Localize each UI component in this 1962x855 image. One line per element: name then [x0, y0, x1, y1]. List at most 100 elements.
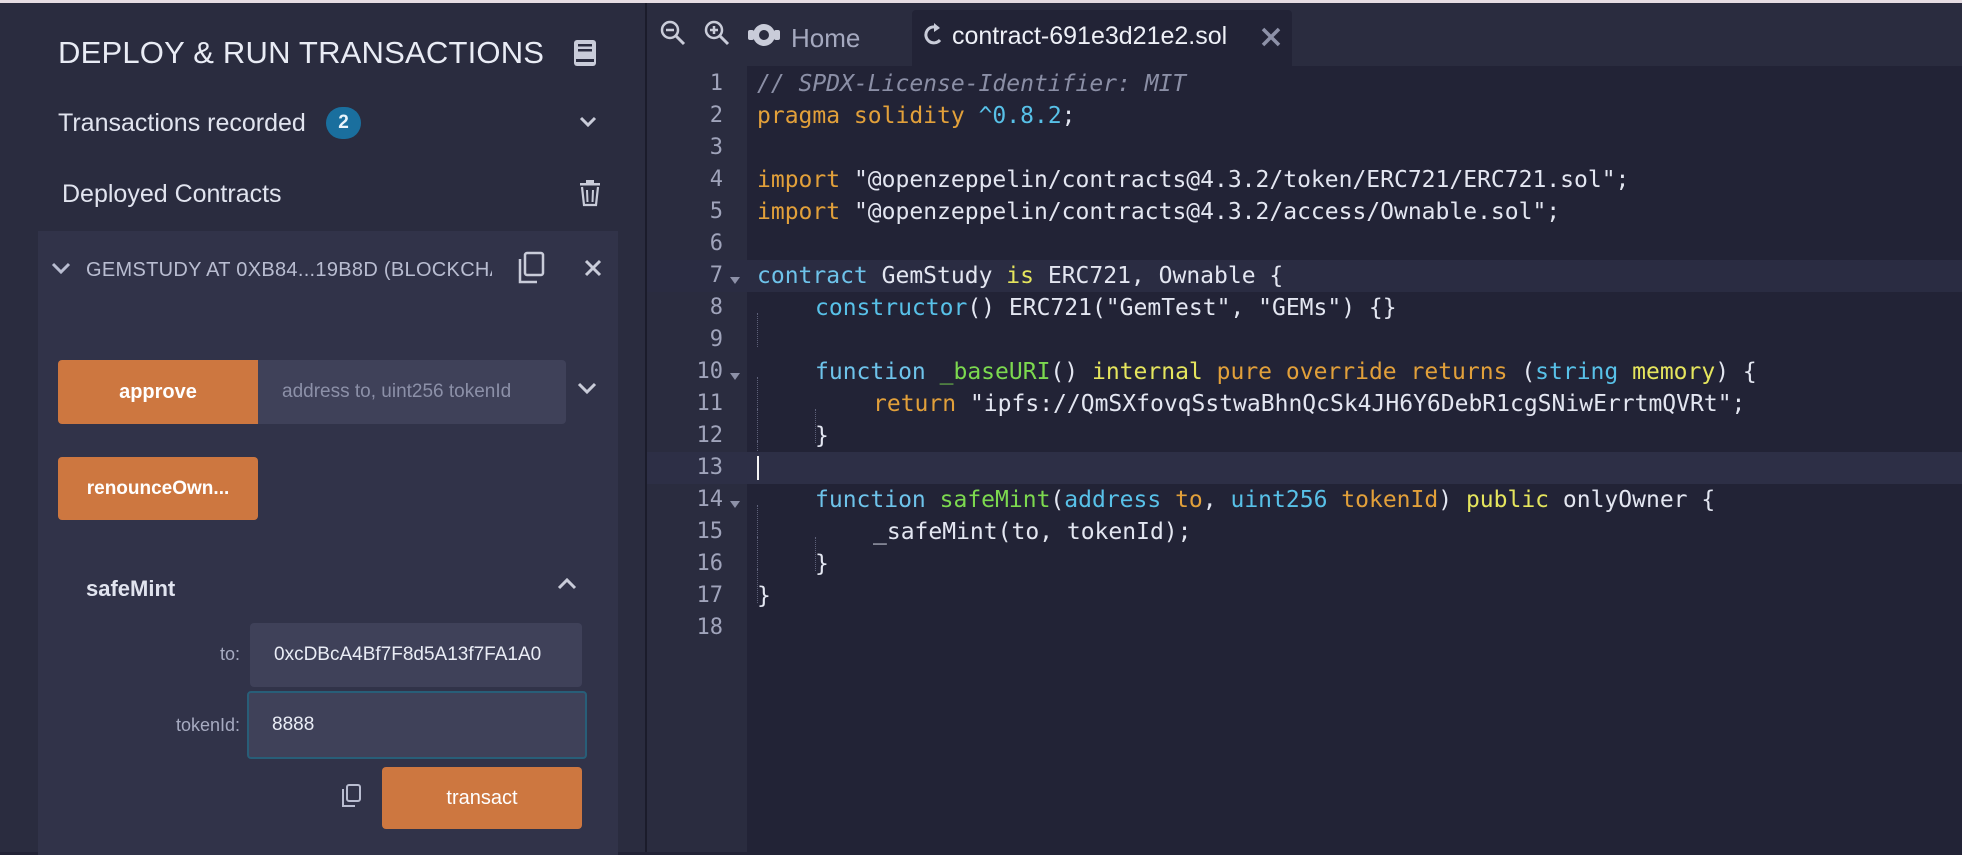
- line-number: 1: [709, 71, 723, 96]
- line-number: 13: [696, 455, 724, 480]
- code-line[interactable]: 3: [647, 132, 1962, 164]
- chevron-down-icon[interactable]: [578, 115, 598, 134]
- code-text: }: [757, 583, 771, 609]
- line-number: 12: [696, 423, 724, 448]
- text-cursor: [757, 456, 759, 480]
- code-text: ) {: [1715, 359, 1757, 385]
- panel-title: DEPLOY & RUN TRANSACTIONS: [58, 35, 545, 70]
- code-keyword: import: [757, 199, 841, 225]
- code-param: tokenId: [1341, 487, 1439, 513]
- line-number: 18: [696, 615, 724, 640]
- code-line[interactable]: 1 // SPDX-License-Identifier: MIT: [647, 68, 1962, 100]
- approve-args-input[interactable]: address to, uint256 tokenId: [258, 360, 566, 424]
- fold-arrow-icon[interactable]: [729, 271, 741, 290]
- code-keyword: function: [815, 359, 926, 385]
- code-editor[interactable]: 1 // SPDX-License-Identifier: MIT 2 prag…: [647, 66, 1962, 852]
- tokenid-label: tokenId:: [175, 715, 240, 735]
- zoom-out-icon[interactable]: [660, 20, 686, 51]
- copy-icon[interactable]: [516, 251, 546, 290]
- line-number: 9: [709, 327, 723, 352]
- tab-contract-file[interactable]: contract-691e3d21e2.sol: [912, 10, 1292, 66]
- line-number: 16: [696, 551, 724, 576]
- line-number: 4: [709, 167, 723, 192]
- home-remix-icon[interactable]: [746, 20, 782, 55]
- code-param: to: [1175, 487, 1203, 513]
- line-number: 3: [709, 135, 723, 160]
- code-function-name: safeMint: [939, 487, 1051, 513]
- deployed-contracts-label: Deployed Contracts: [62, 180, 282, 208]
- line-number: 15: [696, 519, 724, 544]
- approve-button[interactable]: approve: [58, 360, 258, 424]
- code-type: address: [1064, 487, 1162, 513]
- code-type: uint256: [1230, 487, 1328, 513]
- tab-file-label[interactable]: contract-691e3d21e2.sol: [952, 22, 1227, 51]
- transactions-recorded-label[interactable]: Transactions recorded: [58, 109, 306, 138]
- code-function-name: _baseURI: [939, 359, 1051, 385]
- safemint-title: safeMint: [86, 576, 176, 601]
- code-text: }: [815, 423, 829, 449]
- code-text: }: [815, 551, 829, 577]
- renounce-ownership-button[interactable]: renounceOwn...: [58, 457, 258, 520]
- code-text: ;: [1061, 103, 1076, 129]
- trash-icon[interactable]: [578, 179, 602, 212]
- code-line[interactable]: 14 function safeMint(address to, uint256…: [647, 484, 1962, 539]
- code-line[interactable]: 5 import "@openzeppelin/contracts@4.3.2/…: [647, 196, 1962, 228]
- code-line[interactable]: 2 pragma solidity ^0.8.2;: [647, 100, 1962, 132]
- tab-home[interactable]: Home: [791, 23, 860, 54]
- code-keyword: is: [1006, 263, 1034, 289]
- code-line[interactable]: 12 }: [647, 420, 1962, 475]
- line-number: 7: [709, 263, 723, 288]
- code-line[interactable]: 15 _safeMint(to, tokenId);: [647, 516, 1962, 571]
- chevron-down-icon[interactable]: [50, 261, 72, 280]
- code-line[interactable]: 7 contract GemStudy is ERC721, Ownable {: [647, 260, 1962, 292]
- code-line[interactable]: 17 }: [647, 580, 1962, 612]
- tokenid-input[interactable]: 8888: [247, 691, 587, 759]
- code-type: string: [1535, 359, 1619, 385]
- fold-arrow-icon[interactable]: [729, 495, 741, 514]
- code-line-active[interactable]: 13: [647, 452, 1962, 484]
- code-text: ): [1438, 487, 1453, 513]
- chevron-up-icon[interactable]: [556, 577, 578, 596]
- code-line[interactable]: 10 function _baseURI() internal pure ove…: [647, 356, 1962, 411]
- line-number: 6: [709, 231, 723, 256]
- transact-button[interactable]: transact: [382, 767, 582, 829]
- line-number: 17: [696, 583, 724, 608]
- close-icon[interactable]: [584, 259, 602, 282]
- line-number: 5: [709, 199, 723, 224]
- code-text: (: [1521, 359, 1536, 385]
- code-keyword: override: [1285, 359, 1397, 385]
- code-keyword: function: [815, 487, 926, 513]
- book-icon[interactable]: [573, 39, 597, 72]
- code-line[interactable]: 16 }: [647, 548, 1962, 603]
- code-line[interactable]: 4 import "@openzeppelin/contracts@4.3.2/…: [647, 164, 1962, 196]
- code-keyword: public: [1465, 487, 1550, 513]
- code-line[interactable]: 18: [647, 612, 1962, 644]
- fold-arrow-icon[interactable]: [729, 367, 741, 386]
- code-line[interactable]: 6: [647, 228, 1962, 260]
- code-line[interactable]: 8 constructor() ERC721("GemTest", "GEMs"…: [647, 292, 1962, 347]
- code-version: ^0.8.2: [978, 103, 1062, 129]
- code-keyword: returns: [1410, 359, 1508, 385]
- instance-title[interactable]: GEMSTUDY AT 0XB84...19B8D (BLOCKCHAIN): [86, 259, 492, 289]
- code-line[interactable]: 9: [647, 324, 1962, 356]
- deploy-run-panel: DEPLOY & RUN TRANSACTIONS Transactions r…: [0, 3, 645, 855]
- code-keyword: contract: [757, 263, 868, 289]
- contract-instance: GEMSTUDY AT 0XB84...19B8D (BLOCKCHAIN) a…: [38, 231, 618, 855]
- code-text: ,: [1202, 487, 1231, 513]
- code-string: "@openzeppelin/contracts@4.3.2/token/ERC…: [853, 167, 1630, 193]
- line-number: 2: [709, 103, 723, 128]
- code-text: _safeMint(to, tokenId);: [873, 519, 1192, 545]
- code-string: "@openzeppelin/contracts@4.3.2/access/Ow…: [853, 199, 1561, 225]
- close-tab-icon[interactable]: [1260, 26, 1282, 53]
- to-address-input[interactable]: 0xcDBcA4Bf7F8d5A13f7FA1A0: [250, 623, 582, 687]
- zoom-in-icon[interactable]: [704, 20, 730, 51]
- code-text: (): [1050, 359, 1079, 385]
- transactions-count-badge: 2: [326, 107, 361, 139]
- chevron-down-icon[interactable]: [576, 381, 598, 400]
- line-number: 10: [696, 359, 724, 384]
- line-number: 14: [696, 487, 724, 512]
- code-line[interactable]: 11 return "ipfs://QmSXfovqSstwaBhnQcSk4J…: [647, 388, 1962, 443]
- code-keyword: internal: [1091, 359, 1203, 385]
- copy-calldata-icon[interactable]: [340, 783, 362, 814]
- code-keyword: return: [873, 391, 957, 417]
